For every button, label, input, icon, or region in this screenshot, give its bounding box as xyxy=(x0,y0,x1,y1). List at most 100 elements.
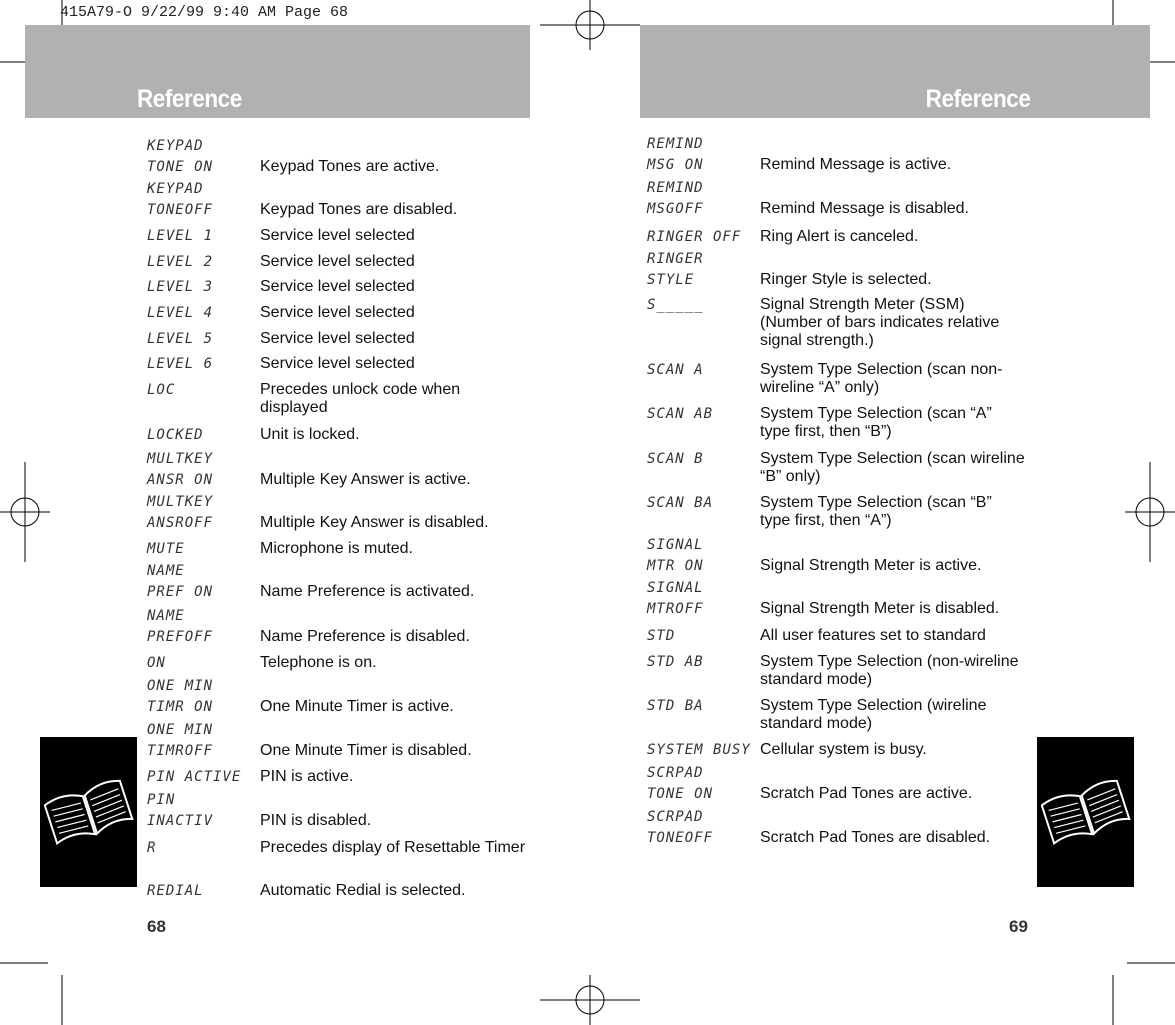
display-code: LEVEL 4 xyxy=(147,303,260,324)
display-code-line: SCAN AB xyxy=(647,406,714,422)
display-code-line: ANSR ON xyxy=(147,472,214,488)
display-code-line: LEVEL 6 xyxy=(147,356,214,372)
reference-entry: SIGNAL MTR ON Signal Strength Meter is act… xyxy=(647,535,1025,577)
display-code-line: ANSROFF xyxy=(147,515,214,531)
reference-entry: REDIAL Automatic Redial is selected. xyxy=(147,881,525,902)
page-number-right: 69 xyxy=(1009,917,1028,936)
reference-entry: LEVEL 5 Service level selected xyxy=(147,329,525,350)
display-code: ONE MIN TIMROFF xyxy=(147,720,260,762)
entry-description: Signal Strength Meter is active. xyxy=(760,557,982,574)
print-slug: 415A79-O 9/22/99 9:40 AM Page 68 xyxy=(60,4,349,21)
reference-entry: LEVEL 1 Service level selected xyxy=(147,226,525,247)
display-code: REMIND MSG ON xyxy=(647,134,760,176)
reference-entry: RINGER STYLE Ringer Style is selected. xyxy=(647,249,1025,291)
display-code-line: STD BA xyxy=(647,698,704,714)
display-code-line: ONE MIN xyxy=(147,722,214,738)
entry-description: System Type Selection (scan “A” type fir… xyxy=(760,405,992,440)
open-book-icon xyxy=(44,779,134,846)
entry-description: Multiple Key Answer is disabled. xyxy=(260,514,489,531)
entry-description: System Type Selection (scan “B” type fir… xyxy=(760,494,992,529)
display-code-line: LOC xyxy=(147,382,176,398)
display-code: LOCKED xyxy=(147,425,260,446)
reference-entry: NAME PREF ON Name Preference is activated. xyxy=(147,561,525,603)
page-title-right: Reference xyxy=(925,85,1030,113)
display-code: ON xyxy=(147,653,260,674)
display-code-line: R xyxy=(147,840,157,856)
display-code: MULTKEY ANSR ON xyxy=(147,449,260,491)
reference-entry: LEVEL 6 Service level selected xyxy=(147,354,525,375)
display-code: PIN INACTIV xyxy=(147,790,260,832)
reference-entry: MUTE Microphone is muted. xyxy=(147,539,525,560)
display-code: SCAN A xyxy=(647,360,760,397)
reference-entry: STD All user features set to standard xyxy=(647,626,1025,647)
section-tab-right xyxy=(1037,737,1134,887)
display-code: REDIAL xyxy=(147,881,260,902)
display-code-line: S_____ xyxy=(647,297,704,313)
display-code: SIGNAL MTROFF xyxy=(647,578,760,620)
reference-entry: MULTKEY ANSR ON Multiple Key Answer is act… xyxy=(147,449,525,491)
display-code-line: REDIAL xyxy=(147,883,204,899)
display-code-line: SCAN BA xyxy=(647,495,714,511)
entry-description: Keypad Tones are active. xyxy=(260,158,440,175)
reference-entry: ONE MIN TIMROFF One Minute Timer is disabl… xyxy=(147,720,525,762)
reference-entry: SCAN B System Type Selection (scan wireli… xyxy=(647,449,1025,486)
display-code-line: MTR ON xyxy=(647,558,704,574)
display-code-line: LEVEL 2 xyxy=(147,254,214,270)
reference-entry: SIGNAL MTROFF Signal Strength Meter is dis… xyxy=(647,578,1025,620)
display-code-line: STD xyxy=(647,628,676,644)
display-code-line: SCAN A xyxy=(647,362,704,378)
section-tab-left xyxy=(40,737,137,887)
display-code-line: LEVEL 5 xyxy=(147,331,214,347)
entry-description: Keypad Tones are disabled. xyxy=(260,201,458,218)
reference-entry: SYSTEM BUSY Cellular system is busy. xyxy=(647,740,1025,761)
entry-description: Name Preference is activated. xyxy=(260,583,475,600)
display-code-line: SIGNAL xyxy=(647,580,704,596)
reference-entry: SCRPAD TONEOFF Scratch Pad Tones are disab… xyxy=(647,807,1025,849)
display-code: LOC xyxy=(147,380,260,417)
reference-entry: STD AB System Type Selection (non-wirelin… xyxy=(647,652,1025,689)
entry-description: System Type Selection (scan wireline “B”… xyxy=(760,450,1025,485)
entry-description: Name Preference is disabled. xyxy=(260,628,470,645)
display-code: PIN ACTIVE xyxy=(147,767,260,788)
reference-entry: LOCKED Unit is locked. xyxy=(147,425,525,446)
display-code-line: LEVEL 4 xyxy=(147,305,214,321)
entry-description: Ring Alert is canceled. xyxy=(760,228,919,245)
display-code: LEVEL 2 xyxy=(147,252,260,273)
entry-description: Unit is locked. xyxy=(260,426,360,443)
display-code-line: TIMROFF xyxy=(147,743,214,759)
display-code-line: INACTIV xyxy=(147,813,214,829)
reference-entry: LOC Precedes unlock code when displayed xyxy=(147,380,525,417)
display-code: NAME PREFOFF xyxy=(147,606,260,648)
display-code-line: ONE MIN xyxy=(147,678,214,694)
display-code-line: STD AB xyxy=(647,654,704,670)
display-code: MUTE xyxy=(147,539,260,560)
display-code-line: MTROFF xyxy=(647,601,704,617)
entry-description: Precedes display of Resettable Timer xyxy=(260,839,526,856)
display-code: SCRPAD TONE ON xyxy=(647,763,760,805)
display-code-line: LEVEL 1 xyxy=(147,228,214,244)
display-code-line: TONE ON xyxy=(647,786,714,802)
entry-description: Cellular system is busy. xyxy=(760,741,927,758)
display-code: RINGER OFF xyxy=(647,227,760,248)
entry-description: Multiple Key Answer is active. xyxy=(260,471,471,488)
reference-entry: KEYPAD TONEOFF Keypad Tones are disabled. xyxy=(147,179,525,221)
page-title-left: Reference xyxy=(137,85,242,113)
reference-entry: SCRPAD TONE ON Scratch Pad Tones are activ… xyxy=(647,763,1025,805)
display-code: MULTKEY ANSROFF xyxy=(147,492,260,534)
display-code-line: SIGNAL xyxy=(647,537,704,553)
reference-entry: ON Telephone is on. xyxy=(147,653,525,674)
entry-description: Remind Message is disabled. xyxy=(760,200,969,217)
display-code: NAME PREF ON xyxy=(147,561,260,603)
entry-description: Service level selected xyxy=(260,355,415,372)
reference-entry: REMIND MSG ON Remind Message is active. xyxy=(647,134,1025,176)
display-code-line: TIMR ON xyxy=(147,699,214,715)
entry-description: Precedes unlock code when displayed xyxy=(260,381,461,416)
display-code: R xyxy=(147,838,260,859)
display-code: SCRPAD TONEOFF xyxy=(647,807,760,849)
entry-description: Service level selected xyxy=(260,253,415,270)
entry-description: Remind Message is active. xyxy=(760,156,952,173)
reference-entry: KEYPAD TONE ON Keypad Tones are active. xyxy=(147,136,525,178)
page-number-left: 68 xyxy=(147,917,166,936)
entry-description: Service level selected xyxy=(260,278,415,295)
entry-description: Scratch Pad Tones are active. xyxy=(760,785,973,802)
